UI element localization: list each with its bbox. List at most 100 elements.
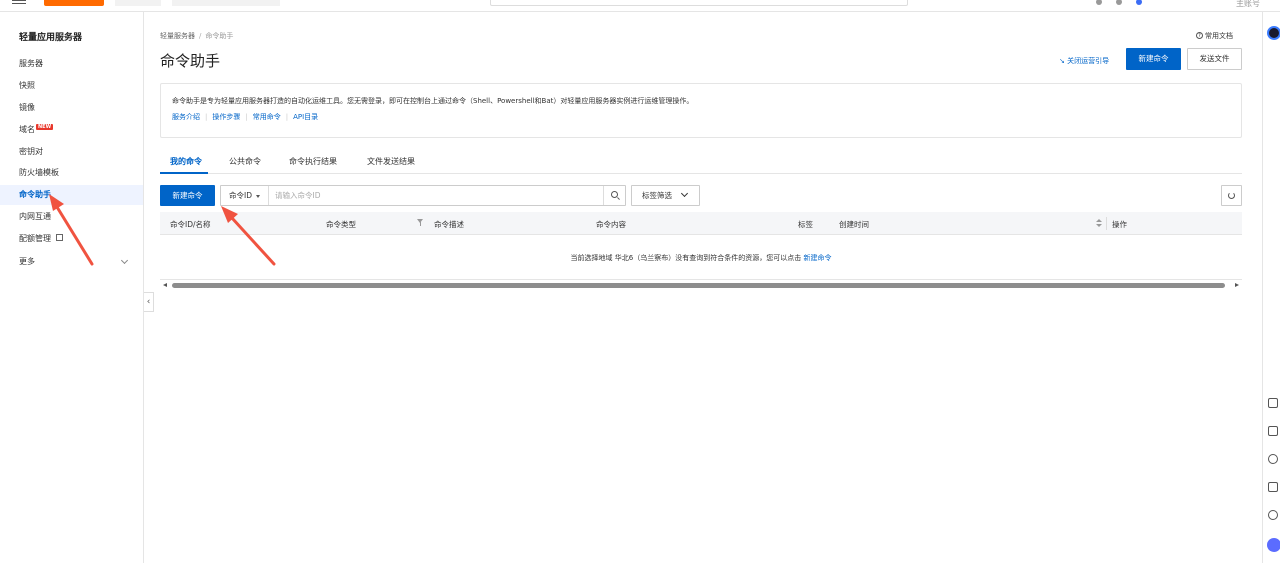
column-header-content: 命令内容: [596, 220, 626, 229]
question-icon: ?: [1196, 31, 1203, 39]
sidebar-item-label: 配额管理: [19, 234, 51, 243]
intro-text: 命令助手是专为轻量应用服务器打造的自动化运维工具。您无需登录，即可在控制台上通过…: [172, 97, 694, 105]
guide-icon: ↘: [1059, 57, 1068, 65]
sidebar-item-label: 命令助手: [19, 190, 51, 199]
steps-link[interactable]: 操作步骤: [212, 113, 240, 121]
intro-panel: 命令助手是专为轻量应用服务器打造的自动化运维工具。您无需登录，即可在控制台上通过…: [160, 83, 1242, 138]
close-guide-link[interactable]: ↘ 关闭运营引导: [1059, 56, 1109, 66]
page-title: 命令助手: [160, 52, 221, 70]
empty-state-row: 当前选择地域 华北6（乌兰察布）没有查询到符合条件的资源，您可以点击 新建命令: [160, 236, 1242, 280]
sort-icon[interactable]: [1096, 219, 1102, 228]
breadcrumb-item[interactable]: 轻量服务器: [160, 32, 195, 40]
help-icon[interactable]: [1116, 0, 1122, 5]
assistant-icon[interactable]: [1267, 26, 1280, 40]
sidebar-item-images[interactable]: 镜像: [0, 98, 143, 118]
document-icon[interactable]: [1268, 398, 1278, 408]
tab-public-commands[interactable]: 公共命令: [229, 156, 261, 167]
table-horizontal-scrollbar[interactable]: [160, 281, 1242, 290]
column-header-id: 命令ID/名称: [170, 220, 211, 229]
table-header: 命令ID/名称 命令类型 命令描述 命令内容 标签 创建时间 操作: [160, 212, 1242, 235]
header-new-command-button[interactable]: 新建命令: [1126, 48, 1181, 70]
tag-filter-label: 标签筛选: [642, 191, 672, 200]
sidebar-collapse-button[interactable]: ‹: [144, 292, 154, 312]
gear-icon[interactable]: [1268, 454, 1278, 464]
link-divider: |: [285, 113, 289, 121]
sidebar-item-label: 服务器: [19, 59, 43, 68]
sidebar-item-label: 密钥对: [19, 147, 43, 156]
chevron-down-icon: [120, 256, 129, 265]
tab-bar: 我的命令 公共命令 命令执行结果 文件发送结果: [160, 150, 1242, 174]
brand-logo[interactable]: [44, 0, 104, 6]
search-icon: [611, 191, 618, 198]
caret-down-icon: [256, 194, 260, 198]
calculator-icon[interactable]: [1268, 426, 1278, 436]
column-header-type: 命令类型: [326, 220, 356, 229]
scrollbar-thumb[interactable]: [172, 283, 1225, 288]
column-header-created: 创建时间: [839, 220, 869, 229]
common-commands-link[interactable]: 常用命令: [253, 113, 281, 121]
close-guide-label: 关闭运营引导: [1067, 57, 1110, 65]
sidebar-item-more[interactable]: 更多: [0, 252, 143, 272]
scroll-left-icon[interactable]: [163, 283, 167, 287]
sidebar-title: 轻量应用服务器: [19, 33, 83, 43]
sidebar-item-snapshots[interactable]: 快照: [0, 76, 143, 96]
intro-links: 服务介绍 | 操作步骤 | 常用命令 | API目录: [172, 112, 318, 122]
chevron-down-icon: [680, 189, 689, 198]
sidebar-item-label: 镜像: [19, 103, 35, 112]
sidebar-item-label: 更多: [19, 257, 35, 266]
sidebar-item-servers[interactable]: 服务器: [0, 54, 143, 74]
column-header-description: 命令描述: [434, 220, 464, 229]
breadcrumb: 轻量服务器 / 命令助手: [160, 31, 233, 41]
tab-my-commands[interactable]: 我的命令: [170, 156, 202, 167]
sidebar-item-domains[interactable]: 域名 NEW: [0, 120, 143, 140]
filter-funnel-icon[interactable]: [417, 219, 423, 226]
new-command-button[interactable]: 新建命令: [160, 185, 215, 206]
service-intro-link[interactable]: 服务介绍: [172, 113, 200, 121]
help-docs-link[interactable]: ? 常用文档: [1196, 31, 1233, 41]
sidebar-item-firewall-templates[interactable]: 防火墙模板: [0, 163, 143, 183]
headset-icon[interactable]: [1268, 510, 1278, 520]
column-divider[interactable]: [1106, 217, 1107, 230]
link-divider: |: [205, 113, 208, 121]
refresh-button[interactable]: [1221, 185, 1242, 206]
notification-icon[interactable]: [1096, 0, 1102, 5]
top-tab[interactable]: [172, 0, 280, 6]
sidebar-item-label: 快照: [19, 81, 35, 90]
sidebar-item-quota[interactable]: 配额管理: [0, 229, 143, 249]
menu-icon[interactable]: [12, 0, 26, 4]
filter-field-select[interactable]: 命令ID: [221, 186, 269, 205]
tab-file-send-results[interactable]: 文件发送结果: [367, 156, 415, 167]
sidebar: 轻量应用服务器 服务器 快照 镜像 域名 NEW 密钥对 防火墙模板 命令助手 内…: [0, 12, 144, 563]
sidebar-item-label: 内网互通: [19, 212, 51, 221]
right-tool-rail: [1262, 12, 1280, 563]
edit-icon[interactable]: [1268, 482, 1278, 492]
tag-filter-dropdown[interactable]: 标签筛选: [631, 185, 700, 206]
breadcrumb-separator: /: [199, 32, 202, 40]
api-directory-link[interactable]: API目录: [293, 113, 318, 121]
top-icons: [1096, 0, 1156, 5]
command-id-search-input[interactable]: [269, 186, 605, 205]
top-tab[interactable]: [115, 0, 161, 6]
filter-field-value: 命令ID: [229, 191, 252, 200]
external-link-icon: [56, 234, 63, 241]
breadcrumb-current: 命令助手: [205, 32, 234, 40]
column-header-tags: 标签: [798, 220, 813, 229]
search-button[interactable]: [603, 186, 625, 205]
global-search-input[interactable]: [490, 0, 908, 6]
new-badge: NEW: [36, 124, 54, 130]
tab-command-results[interactable]: 命令执行结果: [289, 156, 337, 167]
ai-assistant-icon[interactable]: [1267, 538, 1280, 552]
sidebar-item-intranet[interactable]: 内网互通: [0, 207, 143, 227]
sidebar-item-label: 防火墙模板: [19, 168, 59, 177]
empty-new-command-link[interactable]: 新建命令: [803, 254, 831, 262]
account-label[interactable]: 主账号: [1236, 0, 1260, 8]
send-file-button[interactable]: 发送文件: [1187, 48, 1242, 70]
sidebar-item-keypairs[interactable]: 密钥对: [0, 142, 143, 162]
active-tab-indicator: [160, 172, 208, 174]
refresh-icon: [1228, 192, 1235, 199]
avatar[interactable]: [1136, 0, 1142, 5]
link-divider: |: [245, 113, 248, 121]
sidebar-item-command-assistant[interactable]: 命令助手: [0, 185, 143, 205]
column-header-actions: 操作: [1112, 220, 1127, 229]
scroll-right-icon[interactable]: [1235, 283, 1239, 287]
